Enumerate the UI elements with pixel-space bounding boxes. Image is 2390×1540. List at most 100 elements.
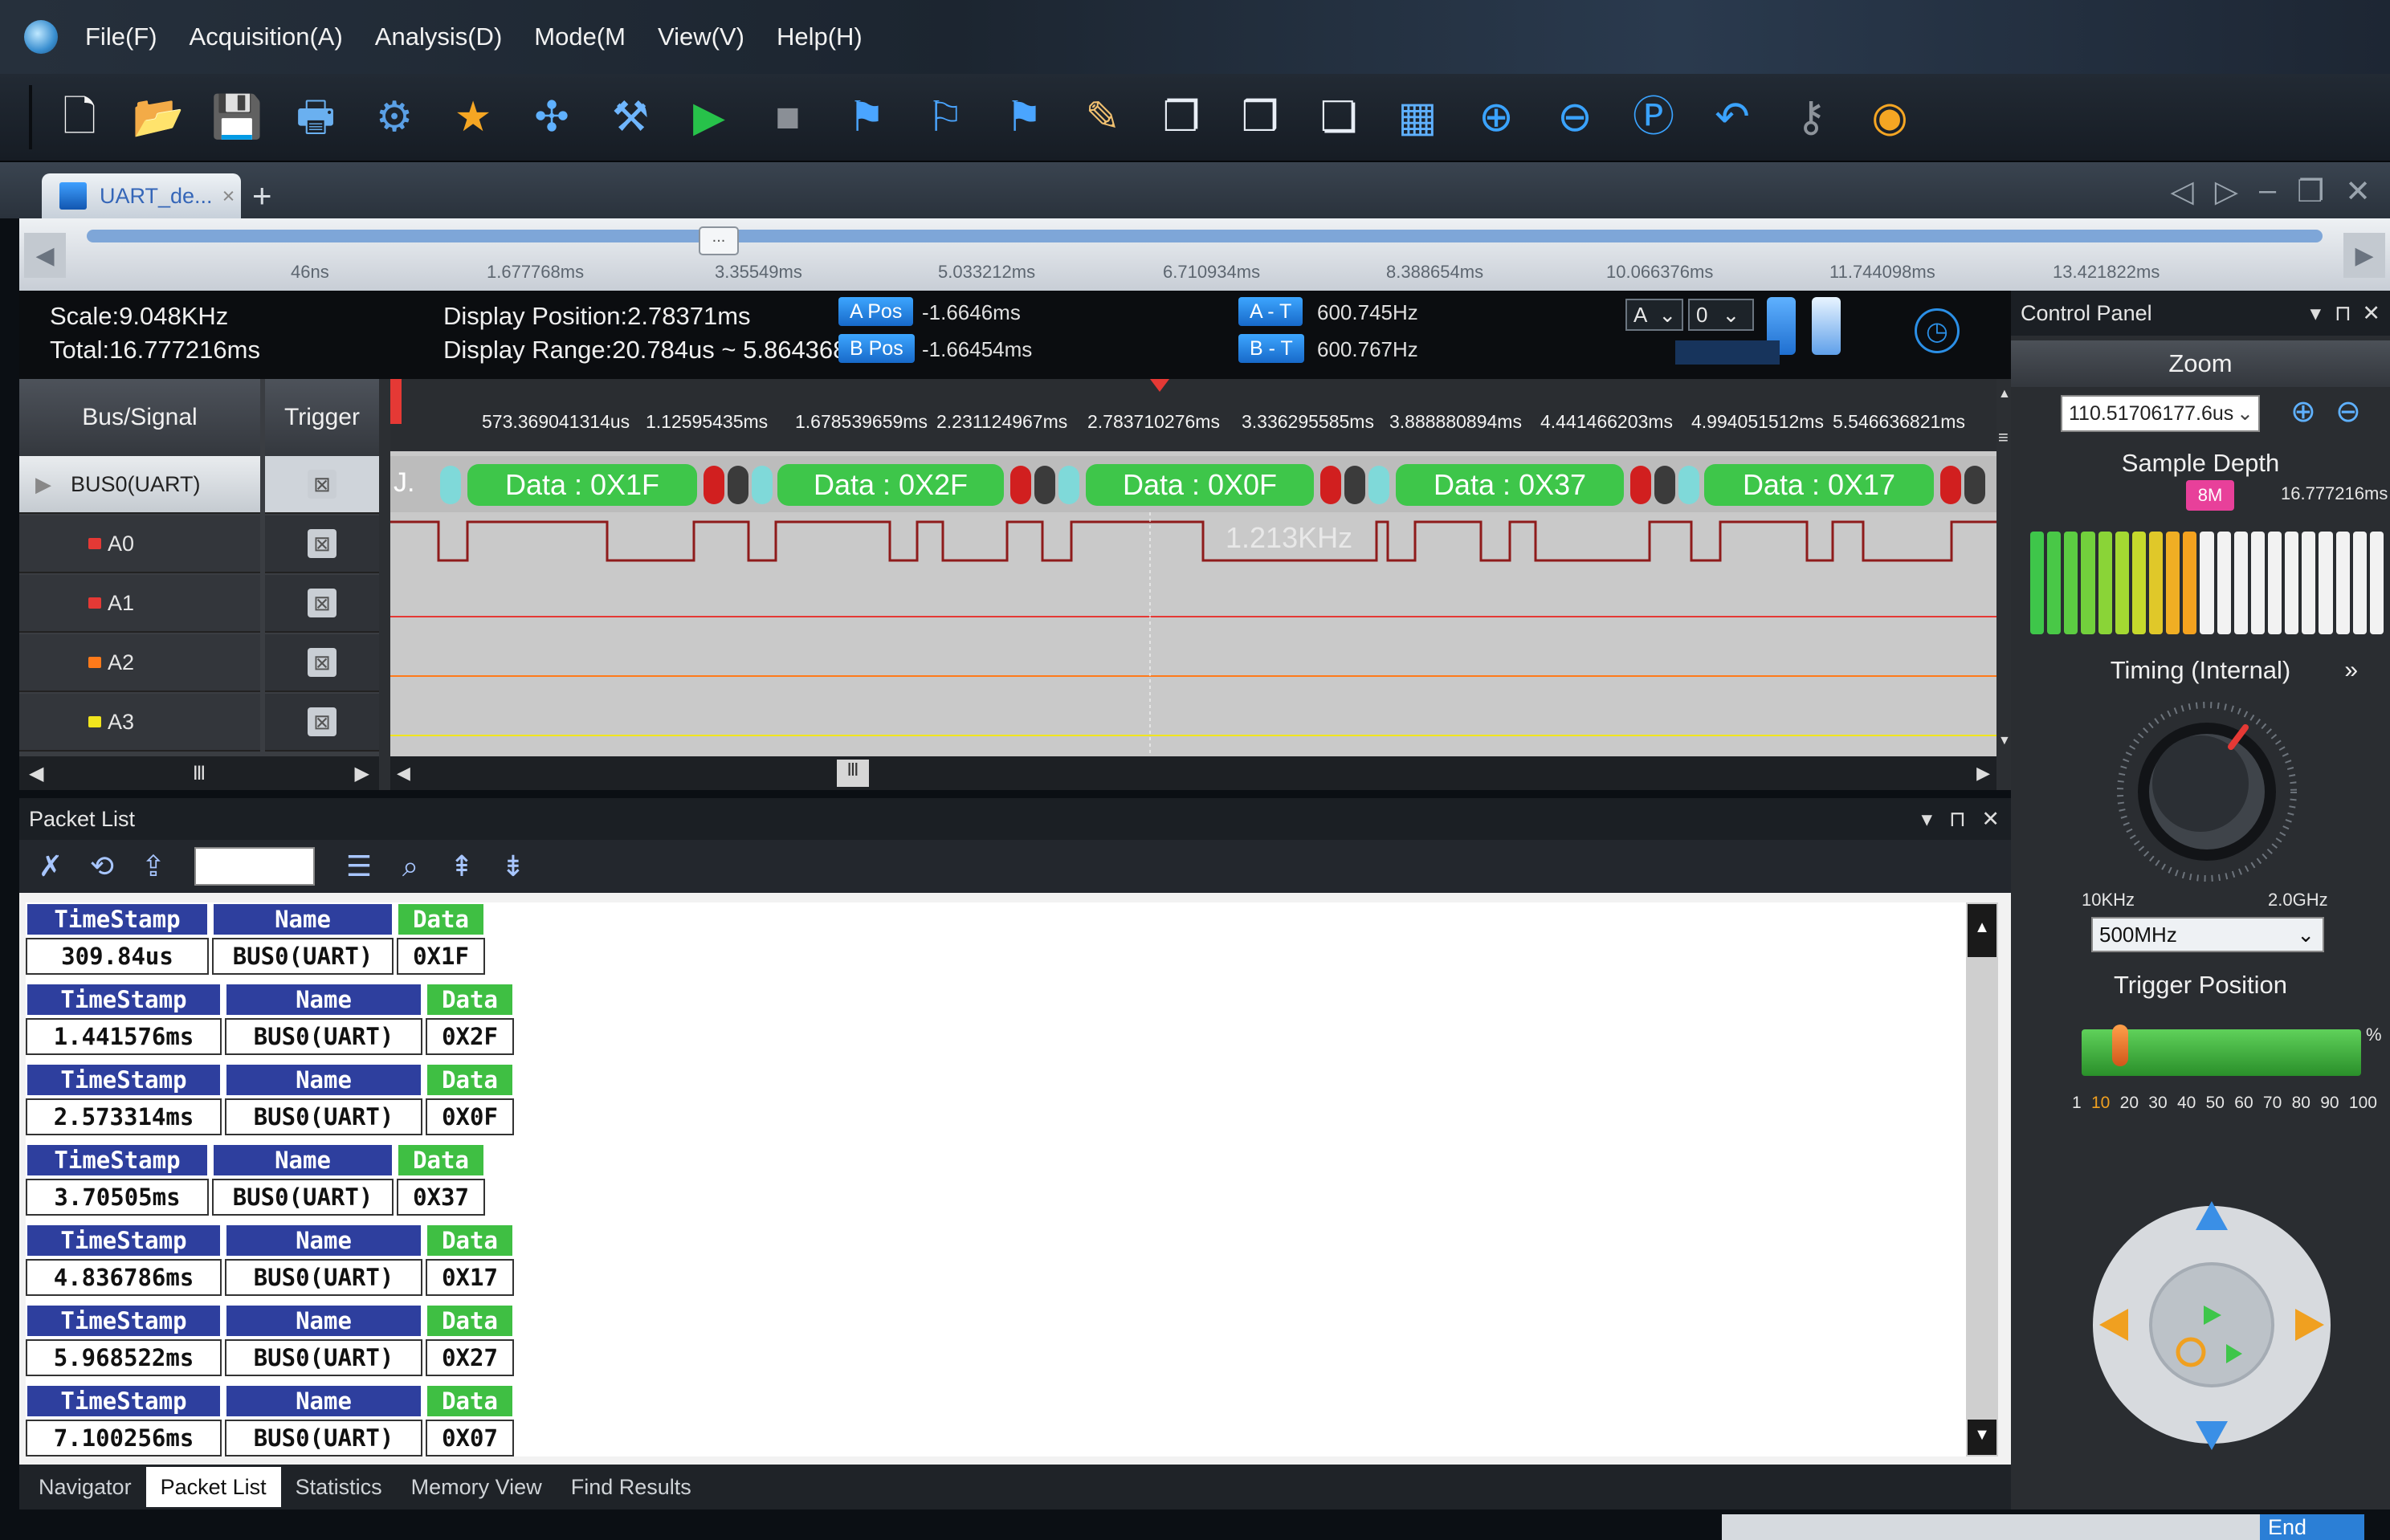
trigger-position-slider[interactable] [2082,1025,2361,1076]
decode-frame[interactable]: Data : 0X0F [1086,464,1314,506]
tab-statistics[interactable]: Statistics [281,1467,397,1507]
document-tab[interactable]: UART_de... × [42,173,241,218]
previous-tab-icon[interactable]: ◁ [2170,173,2193,210]
overview-thumb[interactable]: ... [699,226,739,255]
scroll-left-icon[interactable]: ◀ [29,762,43,785]
probe-icon[interactable]: ✣ [520,86,583,149]
menu-help[interactable]: Help(H) [777,22,863,51]
overview-track[interactable] [87,230,2323,242]
scroll-right-icon[interactable]: ▶ [355,762,369,785]
scroll-up-icon[interactable]: ▲ [1998,387,2011,401]
scroll-down-icon[interactable]: ▼ [1998,734,2011,748]
panel-pin-icon[interactable]: ⊓ [1949,807,1966,832]
signal-list-scrollbar[interactable]: ◀ Ⅲ ▶ [19,756,379,790]
uart-decode-row[interactable]: J. Data : 0X1F Data : 0X2F Data : 0X0F D… [390,456,1996,512]
zoom-input[interactable]: 110.51706177.6us ⌄ [2061,395,2260,432]
scroll-down-icon[interactable]: ▼ [1968,1420,1996,1455]
waveform-vscroll[interactable]: ▲ ≡ ▼ [1996,379,2011,756]
signal-row-a1[interactable]: A1 [19,575,260,633]
flashlight-icon[interactable]: ✎ [1071,86,1134,149]
clear-icon[interactable]: ✗ [32,849,69,883]
zoom-out-icon[interactable]: ⊖ [1544,86,1606,149]
decode-frame[interactable]: Data : 0X37 [1396,464,1624,506]
timing-select[interactable]: 500MHz ⌄ [2091,917,2324,952]
zoom-in-icon[interactable]: ⊕ [2290,393,2316,430]
panel-dropdown-icon[interactable]: ▾ [1921,807,1932,832]
a-t-tag[interactable]: A - T [1238,297,1303,326]
restore-icon[interactable]: ❐ [2297,173,2324,210]
packet-list-scrollbar[interactable]: ▲ ▼ [1966,902,1998,1456]
signal-row-a3[interactable]: A3 [19,694,260,752]
panel-pin-icon[interactable]: ⊓ [2335,301,2351,326]
packet-filter-input[interactable] [194,847,315,886]
signal-row-bus0[interactable]: ▶ BUS0(UART) [19,456,260,514]
marker-icon[interactable]: ⚐ [914,86,977,149]
trigger-toggle[interactable]: ⊠ [308,589,336,617]
tools-icon[interactable]: ⚒ [599,86,662,149]
scroll-thumb-icon[interactable]: Ⅲ [193,762,206,785]
tab-packet-list[interactable]: Packet List [145,1467,281,1507]
wrench-icon[interactable]: ⚷ [1780,86,1842,149]
panel-close-icon[interactable]: ✕ [2362,301,2380,326]
trigger-toggle[interactable]: ⊠ [308,470,336,499]
save-settings-icon[interactable]: ⚙ [363,86,426,149]
undo-zoom-icon[interactable]: ↶ [1701,86,1764,149]
a-pos-tag[interactable]: A Pos [838,297,914,326]
find-previous-icon[interactable]: ⇞ [443,849,480,883]
chevron-down-icon[interactable]: ⌄ [2237,401,2253,426]
tab-memory-view[interactable]: Memory View [397,1467,557,1507]
tab-close-icon[interactable]: × [222,184,235,209]
scroll-up-icon[interactable]: ▲ [1968,904,1996,957]
timing-knob[interactable] [2094,699,2319,883]
menu-lines-icon[interactable]: ≡ [1998,427,2009,448]
b-t-tag[interactable]: B - T [1238,334,1304,363]
time-ruler[interactable]: 573.369041314us 1.12595435ms 1.678539659… [390,379,1996,451]
find-next-icon[interactable]: ⇟ [495,849,532,883]
menu-view[interactable]: View(V) [658,22,744,51]
waveform-scrollbar[interactable]: ◀ Ⅲ ▶ [390,756,1996,790]
open-folder-icon[interactable]: 📂 [127,86,190,149]
refresh-icon[interactable]: ⟲ [84,849,120,883]
menu-analysis[interactable]: Analysis(D) [375,22,502,51]
menu-mode[interactable]: Mode(M [534,22,626,51]
trigger-toggle[interactable]: ⊠ [308,707,336,736]
overview-right-arrow-icon[interactable]: ▶ [2343,233,2385,278]
next-tab-icon[interactable]: ▷ [2215,173,2238,210]
add-tab-button[interactable]: + [252,177,272,215]
navigation-pad[interactable] [2091,1187,2332,1463]
zoom-fit-icon[interactable]: Ⓟ [1622,86,1685,149]
binary-view-icon[interactable]: ▦ [1386,86,1449,149]
export-icon[interactable]: ⇪ [135,849,172,883]
trigger-toggle[interactable]: ⊠ [308,529,336,558]
b-pos-tag[interactable]: B Pos [838,334,915,363]
cursor-0-select[interactable]: 0 ⌄ [1688,299,1754,331]
zoom-out-icon[interactable]: ⊖ [2335,393,2361,430]
sample-depth-slider[interactable] [2030,532,2384,634]
scroll-thumb-icon[interactable]: Ⅲ [837,760,869,787]
close-icon[interactable]: ✕ [2345,173,2371,210]
favorite-star-icon[interactable]: ★ [442,86,504,149]
fast-forward-icon[interactable]: » [2344,657,2358,684]
panel-dropdown-icon[interactable]: ▾ [2310,301,2321,326]
lifebuoy-icon[interactable]: ◉ [1858,86,1921,149]
panel-close-icon[interactable]: ✕ [1981,807,2000,832]
find-icon[interactable]: ⌕ [392,849,429,884]
zoom-in-icon[interactable]: ⊕ [1465,86,1527,149]
menu-file[interactable]: File(F) [85,22,157,51]
paste-icon[interactable]: ❒ [1229,86,1291,149]
signal-row-a2[interactable]: A2 [19,634,260,692]
decode-frame[interactable]: Data : 0X2F [777,464,1004,506]
menu-acquisition[interactable]: Acquisition(A) [190,22,343,51]
cursor-a-select[interactable]: A ⌄ [1625,299,1683,331]
save-icon[interactable]: 💾 [206,86,268,149]
decode-frame[interactable]: Data : 0X17 [1704,464,1934,506]
expand-icon[interactable]: ▶ [35,472,51,497]
cursor-pin-icon[interactable] [1812,297,1841,355]
signal-row-a0[interactable]: A0 [19,515,260,573]
stop-icon[interactable]: ■ [757,86,819,149]
tab-find-results[interactable]: Find Results [557,1467,706,1507]
minimize-icon[interactable]: – [2259,173,2276,210]
overview-ruler[interactable]: ◀ ... 46ns 1.677768ms 3.35549ms 5.033212… [19,218,2390,291]
depth-badge[interactable]: 8M [2186,480,2234,511]
decode-frame[interactable]: Data : 0X1F [467,464,697,506]
